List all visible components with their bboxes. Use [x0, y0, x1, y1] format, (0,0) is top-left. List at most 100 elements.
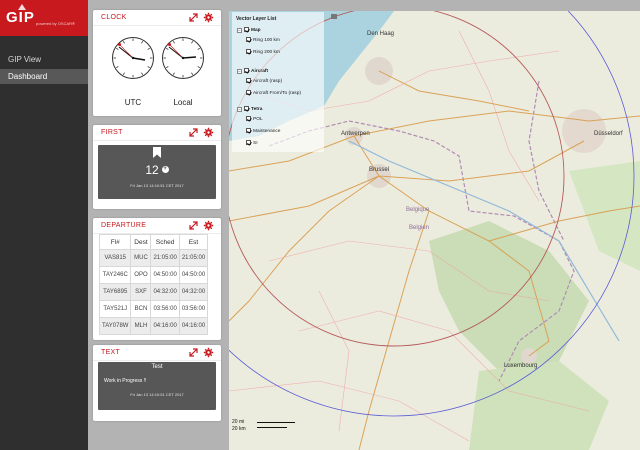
- local-clock: [162, 37, 204, 79]
- forest-area: [569, 161, 640, 271]
- sidebar-item-dashboard[interactable]: Dashboard: [0, 69, 88, 84]
- table-header-row: Fl# Dest Sched Est: [98, 234, 209, 250]
- checkbox-checked-icon[interactable]: [246, 78, 251, 83]
- table-cell: MUC: [130, 249, 152, 267]
- table-row[interactable]: TAY521J BCN 03:56:00 03:56:00: [98, 300, 209, 318]
- place-label: Brussel: [369, 167, 389, 173]
- panel-title: DEPARTURE: [101, 222, 147, 229]
- scale-mi-label: 20 mi: [232, 419, 245, 425]
- panel-header: TEXT: [93, 345, 221, 361]
- vector-layer-list: Vector Layer List − Map Ring 100 km Ring …: [232, 12, 324, 152]
- scale-bar-mi: [257, 422, 295, 423]
- table-cell: TAY6895: [98, 283, 132, 301]
- logo-subtitle: powered by OSCAR®: [36, 21, 75, 26]
- layer-item[interactable]: POL: [246, 116, 263, 122]
- table-cell: BCN: [130, 300, 152, 318]
- panel-title: TEXT: [101, 349, 121, 356]
- app-logo[interactable]: GIP powered by OSCAR®: [0, 0, 88, 36]
- layer-group-map[interactable]: − Map: [237, 27, 261, 34]
- table-cell: 03:56:00: [178, 300, 209, 318]
- checkbox-checked-icon[interactable]: [246, 116, 251, 121]
- checkbox-checked-icon[interactable]: [246, 37, 251, 42]
- panel-header: DEPARTURE: [93, 218, 221, 234]
- table-row[interactable]: TAY078W MLH 04:16:00 04:16:00: [98, 317, 209, 335]
- column-header[interactable]: Sched: [150, 234, 180, 250]
- table-cell: 04:50:00: [178, 266, 209, 284]
- table-cell: 04:16:00: [150, 317, 180, 335]
- checkbox-checked-icon[interactable]: [246, 140, 251, 145]
- text-panel: TEXT Test Work in Progress !! Fri Jan 13…: [93, 345, 221, 421]
- table-cell: TAY521J: [98, 300, 132, 318]
- layer-item[interactable]: Maintenance: [246, 128, 280, 134]
- local-clock-label: Local: [173, 98, 193, 107]
- gear-icon[interactable]: [203, 12, 214, 23]
- table-cell: TAY078W: [98, 317, 132, 335]
- collapse-icon[interactable]: −: [237, 69, 242, 75]
- checkbox-checked-icon[interactable]: [246, 90, 251, 95]
- first-count-row: 12 +: [98, 162, 216, 177]
- layer-item[interactable]: SI: [246, 140, 258, 146]
- place-label: Antwerpen: [341, 131, 370, 137]
- table-cell: TAY246C: [98, 266, 132, 284]
- utc-clock-label: UTC: [124, 98, 142, 107]
- table-cell: 21:05:00: [150, 249, 180, 267]
- expand-icon[interactable]: [188, 12, 199, 23]
- table-cell: 04:32:00: [178, 283, 209, 301]
- scale-km-label: 20 km: [232, 426, 246, 432]
- scale-bar-km: [257, 427, 287, 428]
- text-content-box: Test Work in Progress !! Fri Jan 13 14:1…: [98, 362, 216, 410]
- layer-item[interactable]: Aircraft From/To (rasp): [246, 90, 301, 96]
- panel-title: FIRST: [101, 129, 123, 136]
- text-timestamp: Fri Jan 13 14:10:51 CET 2017: [130, 392, 184, 397]
- departure-table: Fl# Dest Sched Est VAS815 MUC 21:05:00 2…: [98, 234, 209, 335]
- expand-icon[interactable]: [188, 220, 199, 231]
- gear-icon[interactable]: [203, 127, 214, 138]
- layers-toggle-icon[interactable]: [331, 14, 337, 19]
- table-row[interactable]: TAY6895 SXF 04:32:00 04:32:00: [98, 283, 209, 301]
- column-header[interactable]: Dest: [130, 234, 152, 250]
- collapse-icon[interactable]: −: [237, 107, 242, 113]
- first-summary-box: 12 + Fri Jan 13 14:10:51 CET 2017: [98, 145, 216, 199]
- place-label: Düsseldorf: [594, 131, 623, 137]
- layer-item[interactable]: Ring 100 km: [246, 37, 280, 43]
- table-cell: MLH: [130, 317, 152, 335]
- place-label: Belgien: [409, 225, 429, 231]
- layer-item[interactable]: Ring 200 km: [246, 49, 280, 55]
- table-row[interactable]: TAY246C OPO 04:50:00 04:50:00: [98, 266, 209, 284]
- checkbox-checked-icon[interactable]: [246, 49, 251, 54]
- logo-text: GIP: [6, 9, 35, 26]
- panel-header: FIRST: [93, 125, 221, 141]
- table-cell: 03:56:00: [150, 300, 180, 318]
- forest-area: [429, 221, 589, 371]
- layer-group-tetra[interactable]: − Tetra: [237, 106, 262, 113]
- sidebar-nav: GIP View Dashboard: [0, 52, 88, 84]
- layer-list-title: Vector Layer List: [236, 16, 277, 22]
- plus-icon[interactable]: +: [161, 166, 169, 174]
- expand-icon[interactable]: [188, 127, 199, 138]
- checkbox-checked-icon[interactable]: [246, 128, 251, 133]
- layer-group-aircraft[interactable]: − Aircraft: [237, 68, 268, 75]
- table-cell: SXF: [130, 283, 152, 301]
- table-row[interactable]: VAS815 MUC 21:05:00 21:05:00: [98, 249, 209, 267]
- text-box-body: Work in Progress !!: [104, 378, 147, 384]
- gear-icon[interactable]: [203, 347, 214, 358]
- column-header[interactable]: Fl#: [98, 234, 132, 250]
- place-label: Luxembourg: [504, 363, 537, 369]
- place-label: Den Haag: [367, 31, 394, 37]
- layer-item[interactable]: Aircraft (rasp): [246, 78, 282, 84]
- first-timestamp: Fri Jan 13 14:10:51 CET 2017: [130, 183, 184, 188]
- table-cell: OPO: [130, 266, 152, 284]
- utc-clock: [112, 37, 154, 79]
- table-cell: 04:50:00: [150, 266, 180, 284]
- column-header[interactable]: Est: [178, 234, 209, 250]
- checkbox-checked-icon[interactable]: [244, 27, 249, 32]
- sidebar: GIP powered by OSCAR® GIP View Dashboard: [0, 0, 88, 450]
- gear-icon[interactable]: [203, 220, 214, 231]
- collapse-icon[interactable]: −: [237, 28, 242, 34]
- checkbox-checked-icon[interactable]: [244, 68, 249, 73]
- text-box-title: Test: [151, 364, 163, 370]
- sidebar-item-gip-view[interactable]: GIP View: [0, 52, 88, 67]
- checkbox-checked-icon[interactable]: [244, 106, 249, 111]
- expand-icon[interactable]: [188, 347, 199, 358]
- first-panel: FIRST 12 + Fri Jan 13 14:10:51 CET 2017: [93, 125, 221, 209]
